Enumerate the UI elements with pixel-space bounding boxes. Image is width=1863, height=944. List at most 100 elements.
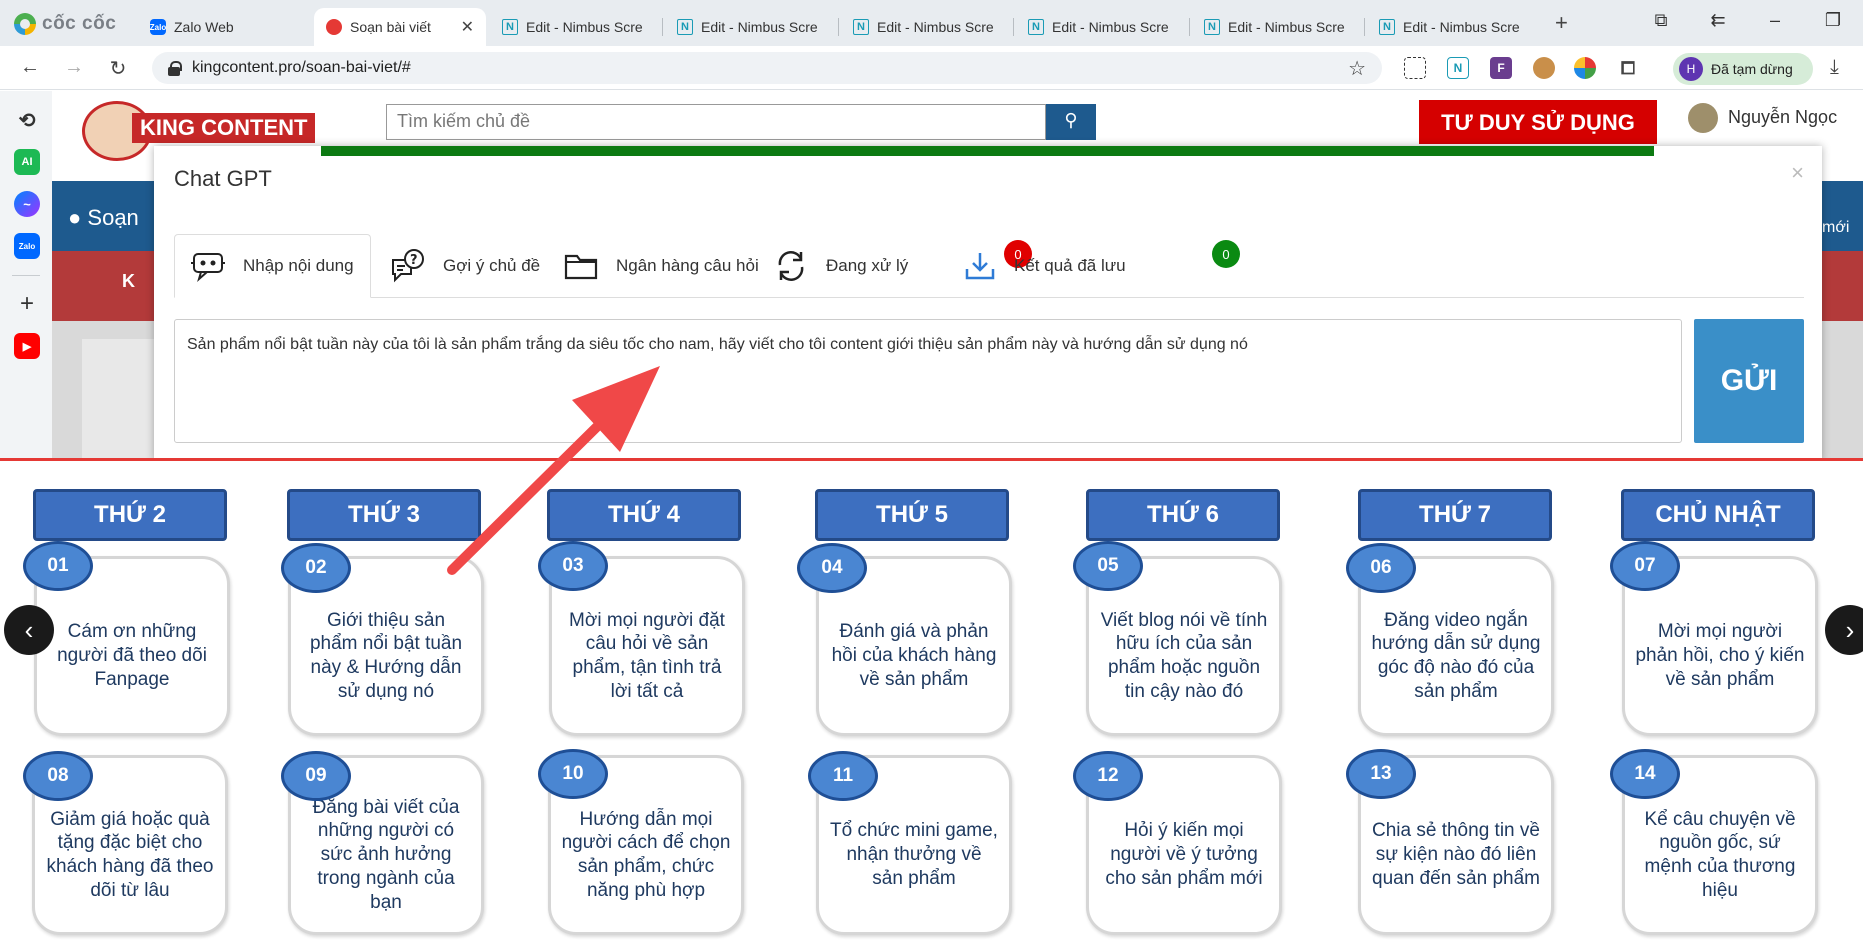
tab-label: Đang xử lý: [826, 256, 909, 275]
lock-icon: [168, 61, 182, 76]
back-arrow-icon[interactable]: ←: [18, 56, 42, 79]
puzzle-extensions-icon[interactable]: ⧠: [1617, 57, 1639, 79]
day-number-badge: 04: [797, 543, 867, 593]
nimbus-icon: N: [1379, 19, 1395, 35]
tab-search-icon[interactable]: ⇇: [1703, 10, 1733, 31]
site-nav-label[interactable]: ● Soạn: [68, 205, 139, 231]
site-nav-red[interactable]: K: [122, 271, 135, 292]
download-icon: [965, 253, 995, 280]
day-header-thu3: THỨ 3: [287, 489, 481, 541]
day-number-badge: 05: [1073, 541, 1143, 591]
add-sidebar-icon[interactable]: +: [14, 290, 40, 317]
youtube-icon[interactable]: ▶: [14, 333, 40, 359]
site-search-icon[interactable]: ⚲: [1046, 104, 1096, 140]
day-header-thu4: THỨ 4: [547, 489, 741, 541]
saved-count-badge: 0: [1212, 240, 1240, 268]
forward-arrow-icon[interactable]: →: [62, 56, 86, 79]
day-number-badge: 06: [1346, 543, 1416, 593]
day-number-badge: 09: [281, 751, 351, 801]
browser-toolbar: ← → ↻ kingcontent.pro/soan-bai-viet/# ☆ …: [0, 46, 1863, 90]
user-avatar[interactable]: [1688, 103, 1718, 133]
day-number-badge: 07: [1610, 541, 1680, 591]
tab-nimbus-2[interactable]: N Edit - Nimbus Scre: [665, 8, 835, 46]
site-cta-button[interactable]: TƯ DUY SỬ DỤNG: [1419, 100, 1657, 144]
url-text: kingcontent.pro/soan-bai-viet/#: [192, 59, 411, 76]
question-chat-icon: ?: [392, 249, 424, 283]
nimbus-icon: N: [1028, 19, 1044, 35]
user-name[interactable]: Nguyễn Ngọc: [1728, 107, 1837, 128]
address-bar[interactable]: kingcontent.pro/soan-bai-viet/# ☆: [152, 52, 1382, 84]
profile-button[interactable]: H Đã tạm dừng: [1673, 53, 1813, 85]
browser-brand: cốc cốc: [42, 13, 117, 34]
prompt-textarea[interactable]: Sản phẩm nổi bật tuần này của tôi là sản…: [174, 319, 1682, 443]
browser-sidebar: ⟲ AI ~ Zalo + ▶: [0, 91, 52, 461]
nimbus-extension-icon[interactable]: N: [1447, 57, 1469, 79]
nimbus-icon: N: [502, 19, 518, 35]
tab-title: Edit - Nimbus Scre: [1052, 19, 1169, 35]
ai-icon[interactable]: AI: [14, 149, 40, 175]
chatbot-icon: [191, 253, 225, 282]
qr-code-icon[interactable]: [1404, 57, 1426, 79]
tab-label: Kết quả đã lưu: [1014, 256, 1126, 275]
profile-status: Đã tạm dừng: [1711, 61, 1793, 77]
tab-dang-xu-ly[interactable]: Đang xử lý: [774, 234, 908, 298]
download-icon[interactable]: ⤓: [1830, 56, 1839, 79]
tab-label: Ngân hàng câu hỏi: [616, 256, 759, 275]
tab-nimbus-5[interactable]: N Edit - Nimbus Scre: [1192, 8, 1362, 46]
next-slide-button[interactable]: ›: [1825, 605, 1863, 655]
tab-nimbus-6[interactable]: N Edit - Nimbus Scre: [1367, 8, 1537, 46]
site-nav-text: Soạn: [87, 205, 139, 230]
tab-soan-bai-viet[interactable]: Soạn bài viết ✕: [314, 8, 486, 46]
day-number-badge: 10: [538, 749, 608, 799]
close-icon[interactable]: ×: [1791, 160, 1804, 186]
new-tab-button[interactable]: +: [1555, 10, 1568, 36]
close-tab-icon[interactable]: ✕: [461, 17, 474, 37]
day-number-badge: 14: [1610, 749, 1680, 799]
folder-icon: [564, 254, 598, 280]
tab-ngan-hang-cau-hoi[interactable]: Ngân hàng câu hỏi: [564, 234, 759, 298]
site-nav-right[interactable]: mới: [1822, 219, 1849, 237]
tab-ket-qua-da-luu[interactable]: Kết quả đã lưu: [964, 234, 1126, 298]
day-header-thu6: THỨ 6: [1086, 489, 1280, 541]
profile-avatar: H: [1679, 57, 1703, 81]
tab-zalo[interactable]: Zalo Zalo Web: [138, 8, 308, 46]
nimbus-icon: N: [1204, 19, 1220, 35]
color-extension-icon[interactable]: [1574, 57, 1596, 79]
svg-text:?: ?: [410, 253, 418, 268]
tab-goi-y-chu-de[interactable]: ? Gợi ý chủ đề: [389, 234, 540, 298]
site-logo-text: KING CONTENT: [132, 113, 316, 143]
browser-logo[interactable]: cốc cốc: [14, 12, 116, 36]
maximize-icon[interactable]: ❐: [1818, 10, 1848, 31]
tab-nimbus-1[interactable]: N Edit - Nimbus Scre: [490, 8, 660, 46]
tab-nimbus-3[interactable]: N Edit - Nimbus Scre: [841, 8, 1011, 46]
tab-title: Zalo Web: [174, 19, 234, 35]
bookmark-star-icon[interactable]: ☆: [1348, 56, 1366, 81]
nimbus-icon: N: [677, 19, 693, 35]
history-icon[interactable]: ⟲: [14, 107, 40, 133]
tab-title: Edit - Nimbus Scre: [1403, 19, 1520, 35]
screen-search-icon[interactable]: ⧉: [1646, 10, 1676, 31]
day-number-badge: 12: [1073, 751, 1143, 801]
zalo-sidebar-icon[interactable]: Zalo: [14, 233, 40, 259]
day-number-badge: 08: [23, 751, 93, 801]
minimize-icon[interactable]: –: [1760, 10, 1790, 31]
messenger-icon[interactable]: ~: [14, 191, 40, 217]
tab-nimbus-4[interactable]: N Edit - Nimbus Scre: [1016, 8, 1186, 46]
day-number-badge: 03: [538, 541, 608, 591]
tab-label: Gợi ý chủ đề: [443, 256, 541, 275]
tab-nhap-noi-dung[interactable]: Nhập nội dung: [174, 234, 371, 298]
send-button[interactable]: GỬI: [1694, 319, 1804, 443]
tab-title: Edit - Nimbus Scre: [701, 19, 818, 35]
prev-slide-button[interactable]: ‹: [4, 605, 54, 655]
content-calendar: THỨ 2 THỨ 3 THỨ 4 THỨ 5 THỨ 6 THỨ 7 CHỦ …: [0, 461, 1863, 944]
tab-title: Edit - Nimbus Scre: [526, 19, 643, 35]
day-header-thu5: THỨ 5: [815, 489, 1009, 541]
browser-tabbar: cốc cốc Zalo Zalo Web Soạn bài viết ✕ N …: [0, 0, 1863, 46]
cookie-extension-icon[interactable]: [1533, 57, 1555, 79]
site-search-input[interactable]: Tìm kiếm chủ đề: [386, 104, 1046, 140]
nimbus-icon: N: [853, 19, 869, 35]
progress-bar: [321, 146, 1654, 156]
modal-tabs: Nhập nội dung ? Gợi ý chủ đề Ngân hàng c…: [174, 234, 1804, 298]
reload-icon[interactable]: ↻: [106, 56, 130, 81]
f-extension-icon[interactable]: F: [1490, 57, 1512, 79]
